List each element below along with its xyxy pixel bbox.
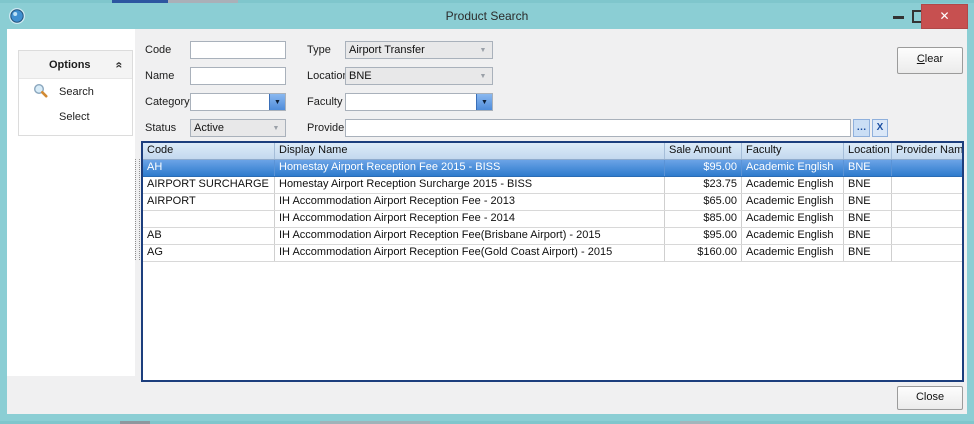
minimize-icon[interactable] (893, 16, 904, 19)
provider-clear-button[interactable]: X (872, 119, 888, 137)
cell-sale-amount: $95.00 (665, 228, 742, 244)
sidebar-item-select[interactable]: Select (19, 104, 132, 129)
cell-sale-amount: $85.00 (665, 211, 742, 227)
options-panel-title: Options (19, 59, 91, 71)
column-header-display-name[interactable]: Display Name (275, 143, 665, 159)
cell-code: AIRPORT (143, 194, 275, 210)
cell-location: BNE (844, 160, 892, 176)
options-panel-header[interactable]: Options « (19, 51, 132, 79)
sidebar-item-search[interactable]: Search (19, 79, 132, 104)
clear-button[interactable]: Clear (897, 47, 963, 74)
results-grid: Code Display Name Sale Amount Faculty Lo… (141, 141, 964, 382)
table-row[interactable]: AB IH Accommodation Airport Reception Fe… (143, 228, 962, 245)
chevron-down-icon: ▼ (476, 68, 490, 84)
cell-display-name: IH Accommodation Airport Reception Fee -… (275, 194, 665, 210)
status-dropdown[interactable]: Active ▼ (190, 119, 286, 137)
category-label: Category (145, 96, 190, 108)
type-label: Type (307, 44, 331, 56)
status-value: Active (194, 122, 268, 134)
cell-code: AIRPORT SURCHARGE (143, 177, 275, 193)
location-dropdown[interactable]: BNE ▼ (345, 67, 493, 85)
cell-sale-amount: $65.00 (665, 194, 742, 210)
provider-label: Provider (307, 122, 348, 134)
faculty-label: Faculty (307, 96, 342, 108)
cell-display-name: Homestay Airport Reception Fee 2015 - BI… (275, 160, 665, 176)
cell-faculty: Academic English (742, 177, 844, 193)
column-header-faculty[interactable]: Faculty (742, 143, 844, 159)
code-label: Code (145, 44, 171, 56)
window-title: Product Search (0, 9, 974, 23)
faculty-dropdown[interactable]: ▼ (345, 93, 493, 111)
cell-faculty: Academic English (742, 245, 844, 261)
cell-faculty: Academic English (742, 160, 844, 176)
cell-location: BNE (844, 211, 892, 227)
type-value: Airport Transfer (349, 44, 475, 56)
cell-code (143, 211, 275, 227)
dialog-content: Options « Search Select Code Name C (7, 29, 967, 414)
table-row[interactable]: AH Homestay Airport Reception Fee 2015 -… (143, 160, 962, 177)
chevron-down-icon[interactable]: ▼ (476, 94, 492, 110)
collapse-chevron-icon[interactable]: « (113, 61, 127, 68)
chevron-down-icon[interactable]: ▼ (269, 94, 285, 110)
grid-row-indicator-strip (135, 159, 140, 260)
cell-code: AB (143, 228, 275, 244)
cell-display-name: IH Accommodation Airport Reception Fee -… (275, 211, 665, 227)
cell-location: BNE (844, 194, 892, 210)
close-button[interactable]: Close (897, 386, 963, 410)
table-row[interactable]: IH Accommodation Airport Reception Fee -… (143, 211, 962, 228)
cell-sale-amount: $23.75 (665, 177, 742, 193)
name-label: Name (145, 70, 174, 82)
search-icon (33, 83, 48, 98)
table-row[interactable]: AIRPORT IH Accommodation Airport Recepti… (143, 194, 962, 211)
table-row[interactable]: AIRPORT SURCHARGE Homestay Airport Recep… (143, 177, 962, 194)
options-panel: Options « Search Select (18, 50, 133, 136)
cell-provider-name (892, 211, 962, 227)
cell-sale-amount: $160.00 (665, 245, 742, 261)
grid-body: AH Homestay Airport Reception Fee 2015 -… (143, 160, 962, 262)
chevron-down-icon: ▼ (269, 120, 283, 136)
close-icon[interactable]: ✕ (921, 4, 968, 29)
code-input[interactable] (190, 41, 286, 59)
cell-faculty: Academic English (742, 194, 844, 210)
cell-provider-name (892, 160, 962, 176)
column-header-provider-name[interactable]: Provider Name (892, 143, 962, 159)
clear-button-accelerator: C (917, 53, 925, 65)
sidebar-item-label: Search (59, 86, 94, 98)
column-header-sale-amount[interactable]: Sale Amount (665, 143, 742, 159)
cell-location: BNE (844, 245, 892, 261)
grid-header-row: Code Display Name Sale Amount Faculty Lo… (143, 143, 962, 160)
provider-browse-button[interactable]: … (853, 119, 870, 137)
cell-display-name: IH Accommodation Airport Reception Fee(G… (275, 245, 665, 261)
cell-display-name: IH Accommodation Airport Reception Fee(B… (275, 228, 665, 244)
column-header-code[interactable]: Code (143, 143, 275, 159)
table-row[interactable]: AG IH Accommodation Airport Reception Fe… (143, 245, 962, 262)
cell-sale-amount: $95.00 (665, 160, 742, 176)
cell-location: BNE (844, 228, 892, 244)
cell-code: AG (143, 245, 275, 261)
cell-location: BNE (844, 177, 892, 193)
sidebar: Options « Search Select (7, 29, 135, 376)
product-search-window: Product Search ✕ Options « Search (0, 3, 974, 421)
cell-provider-name (892, 228, 962, 244)
cell-provider-name (892, 194, 962, 210)
title-bar[interactable]: Product Search ✕ (0, 3, 974, 29)
clear-button-label: lear (925, 53, 943, 65)
cell-display-name: Homestay Airport Reception Surcharge 201… (275, 177, 665, 193)
cell-provider-name (892, 245, 962, 261)
type-dropdown[interactable]: Airport Transfer ▼ (345, 41, 493, 59)
provider-input[interactable] (345, 119, 851, 137)
sidebar-item-label: Select (59, 111, 90, 123)
name-input[interactable] (190, 67, 286, 85)
cell-faculty: Academic English (742, 211, 844, 227)
location-label: Location (307, 70, 349, 82)
cell-faculty: Academic English (742, 228, 844, 244)
cell-provider-name (892, 177, 962, 193)
column-header-location[interactable]: Location (844, 143, 892, 159)
location-value: BNE (349, 70, 475, 82)
cell-code: AH (143, 160, 275, 176)
status-label: Status (145, 122, 176, 134)
category-dropdown[interactable]: ▼ (190, 93, 286, 111)
chevron-down-icon: ▼ (476, 42, 490, 58)
